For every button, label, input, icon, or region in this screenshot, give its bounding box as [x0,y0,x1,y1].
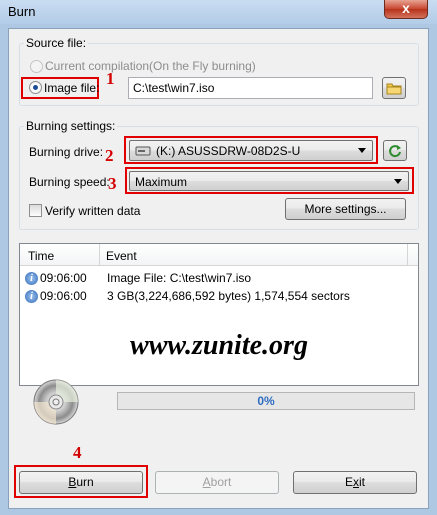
log-event: Image File: C:\test\win7.iso [107,271,252,285]
title-bar [0,0,437,24]
burning-drive-select[interactable]: (K:) ASUSSDRW-08D2S-U [129,140,373,161]
column-separator [99,244,100,266]
image-file-radio[interactable] [29,81,42,94]
column-header-time[interactable]: Time [28,249,54,263]
info-icon: i [25,290,38,303]
abort-button[interactable]: Abort [155,471,279,494]
watermark-text: www.zunite.org [130,330,308,361]
current-compilation-radio[interactable] [30,60,43,73]
verify-checkbox[interactable] [29,204,42,217]
browse-button[interactable] [382,77,406,99]
burn-progress-bar: 0% [117,392,415,410]
close-icon: x [402,0,410,16]
exit-label-pre: E [344,475,353,489]
refresh-icon [389,145,401,158]
column-header-event[interactable]: Event [106,249,137,263]
burning-drive-value: (K:) ASUSSDRW-08D2S-U [156,144,301,158]
disc-icon [33,379,79,425]
more-settings-button[interactable]: More settings... [285,198,406,220]
event-log-list[interactable]: Time Event i 09:06:00 Image File: C:\tes… [19,243,419,386]
burning-speed-select[interactable]: Maximum [129,171,409,191]
abort-label-post: bort [210,475,232,489]
burning-drive-label: Burning drive: [29,145,104,159]
log-header: Time Event [20,244,418,266]
log-event: 3 GB(3,224,686,592 bytes) 1,574,554 sect… [107,289,350,303]
burn-label-post: urn [76,475,94,489]
chevron-down-icon [358,148,366,153]
annotation-number-2: 2 [105,146,114,165]
burning-settings-legend: Burning settings: [24,119,118,133]
info-icon: i [25,272,38,285]
table-row[interactable]: i 09:06:00 3 GB(3,224,686,592 bytes) 1,5… [25,288,415,306]
annotation-number-3: 3 [108,174,117,193]
annotation-number-1: 1 [106,69,115,88]
annotation-number-4: 4 [73,443,82,462]
table-row[interactable]: i 09:06:00 Image File: C:\test\win7.iso [25,270,415,288]
image-path-input[interactable]: C:\test\win7.iso [128,77,373,99]
chevron-down-icon [394,179,402,184]
image-path-value: C:\test\win7.iso [133,81,215,95]
folder-icon [386,83,402,95]
log-time: 09:06:00 [40,289,87,303]
abort-access-key: A [202,475,211,489]
burning-speed-value: Maximum [135,175,188,189]
image-file-label: Image file: [44,81,100,95]
optical-drive-icon [135,146,151,156]
source-file-legend: Source file: [24,36,89,50]
exit-button[interactable]: Exit [293,471,417,494]
burning-speed-label: Burning speed: [29,175,110,189]
current-compilation-label: Current compilation(On the Fly burning) [45,59,256,73]
column-separator [407,244,408,266]
burn-button[interactable]: Burn [19,471,143,494]
refresh-drive-button[interactable] [383,140,407,161]
exit-label-post: it [359,475,365,489]
verify-label: Verify written data [45,204,141,218]
close-button[interactable]: x [384,0,428,19]
log-time: 09:06:00 [40,271,87,285]
window-title: Burn [8,4,36,19]
progress-percent: 0% [257,394,275,408]
